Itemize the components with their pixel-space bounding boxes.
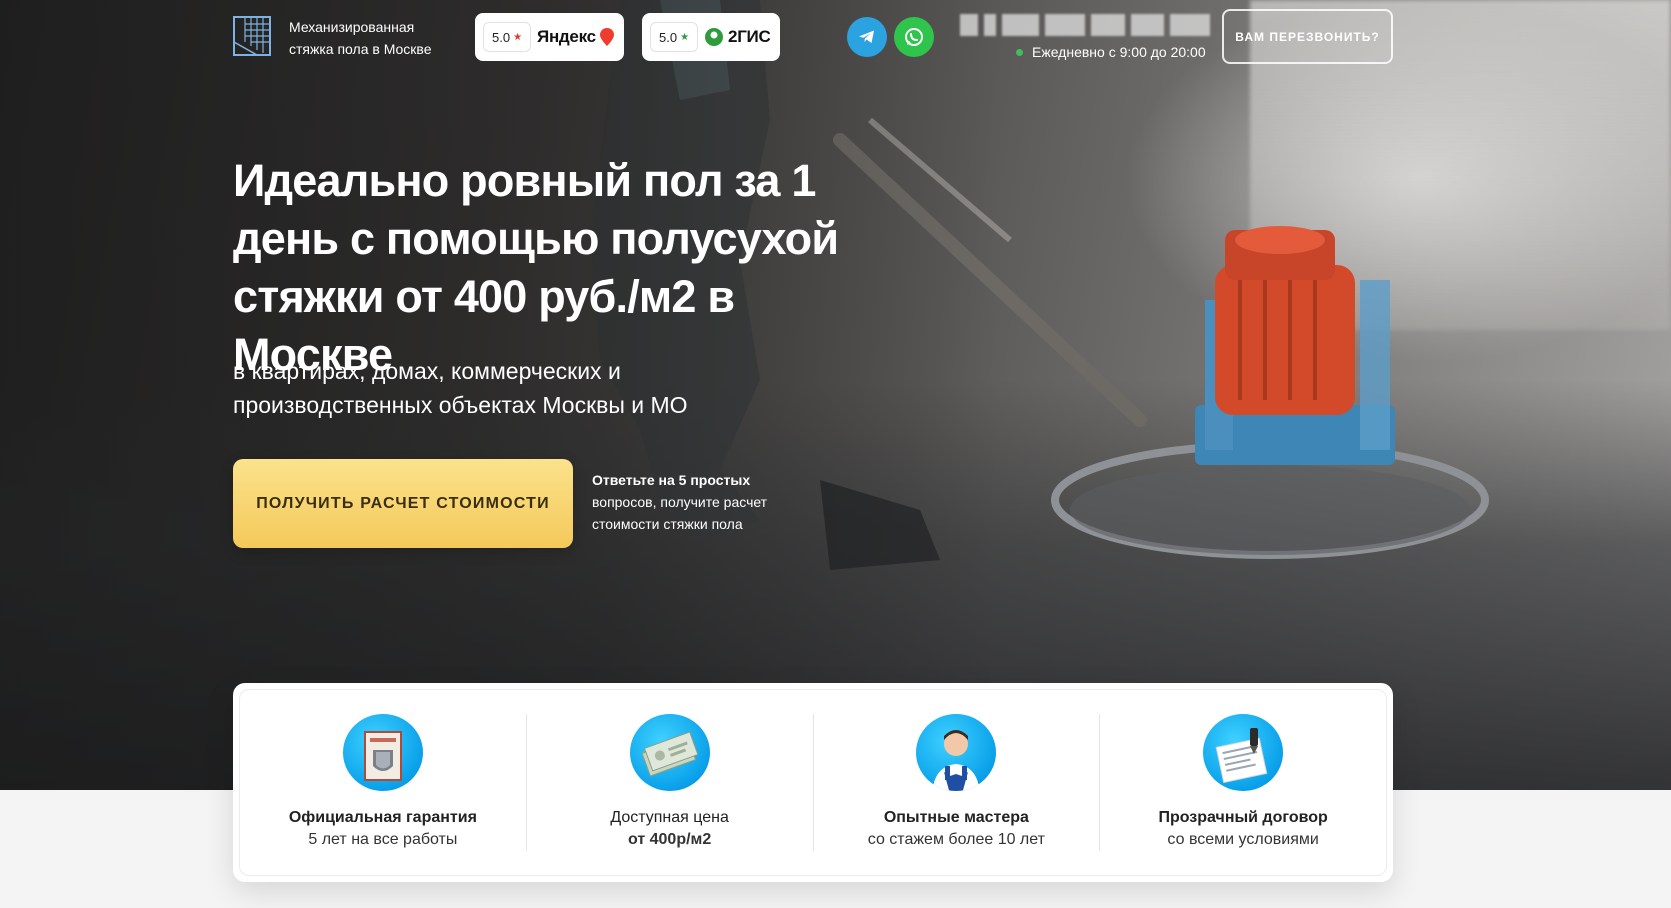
yandex-rating-score: 5.0 ★ <box>483 22 532 52</box>
feature-subtitle: 5 лет на все работы <box>308 831 458 848</box>
yandex-brand-label: Яндекс <box>537 27 596 46</box>
2gis-rating-score: 5.0 ★ <box>650 22 699 52</box>
2gis-logo-icon <box>705 28 724 46</box>
page-title: Идеально ровный пол за 1 день с помощью … <box>233 152 893 384</box>
cta-note: Ответьте на 5 простых вопросов, получите… <box>592 469 792 535</box>
telegram-icon <box>859 30 874 43</box>
feature-subtitle: со всеми условиями <box>1167 831 1319 848</box>
grid-logo-icon <box>233 16 271 56</box>
feature-guarantee: Официальная гарантия 5 лет на все работы <box>240 714 527 851</box>
star-icon: ★ <box>513 31 523 43</box>
get-estimate-button[interactable]: ПОЛУЧИТЬ РАСЧЕТ СТОИМОСТИ <box>233 459 573 548</box>
yandex-rating-badge[interactable]: 5.0 ★ Яндекс <box>475 13 624 61</box>
certificate-icon <box>342 714 423 791</box>
money-icon <box>629 714 710 791</box>
yandex-brand: Яндекс <box>537 27 614 47</box>
status-dot-icon <box>1016 48 1023 56</box>
whatsapp-icon <box>905 28 923 46</box>
worker-icon <box>916 714 997 791</box>
feature-title: Прозрачный договор <box>1158 809 1328 826</box>
feature-title: Официальная гарантия <box>288 809 477 826</box>
telegram-button[interactable] <box>847 17 887 57</box>
feature-title: Доступная цена <box>610 809 729 826</box>
logo-text: Механизированная стяжка пола в Москве <box>289 19 432 57</box>
feature-subtitle: от 400р/м2 <box>627 831 712 848</box>
logo[interactable]: Механизированная стяжка пола в Москве <box>233 16 449 60</box>
feature-title: Опытные мастера <box>883 809 1029 826</box>
cta-note-bold: Ответьте на 5 простых <box>592 472 751 488</box>
feature-subtitle: со стажем более 10 лет <box>867 831 1045 848</box>
2gis-brand-label: 2ГИС <box>728 27 771 46</box>
yandex-score-value: 5.0 <box>492 29 511 45</box>
whatsapp-button[interactable] <box>894 17 934 57</box>
hero-subtitle: в квартирах, домах, коммерческих и произ… <box>233 358 688 418</box>
working-hours: Ежедневно с 9:00 до 20:00 <box>1016 44 1206 60</box>
cta-note-rest: вопросов, получите расчет стоимости стяж… <box>592 494 768 532</box>
contract-icon <box>1203 714 1284 791</box>
feature-masters: Опытные мастера со стажем более 10 лет <box>814 714 1101 851</box>
features-row: Официальная гарантия 5 лет на все работы… <box>239 689 1387 876</box>
star-icon: ★ <box>680 31 690 43</box>
2gis-score-value: 5.0 <box>659 29 678 45</box>
map-pin-icon <box>599 28 614 46</box>
2gis-brand: 2ГИС <box>704 27 771 47</box>
2gis-rating-badge[interactable]: 5.0 ★ 2ГИС <box>642 13 781 61</box>
features-panel: Официальная гарантия 5 лет на все работы… <box>233 683 1393 882</box>
feature-price: Доступная цена от 400р/м2 <box>527 714 814 851</box>
feature-contract: Прозрачный договор со всеми условиями <box>1100 714 1386 851</box>
callback-button[interactable]: ВАМ ПЕРЕЗВОНИТЬ? <box>1222 9 1393 64</box>
working-hours-text: Ежедневно с 9:00 до 20:00 <box>1032 44 1206 60</box>
phone-number-blurred[interactable] <box>960 14 1210 36</box>
